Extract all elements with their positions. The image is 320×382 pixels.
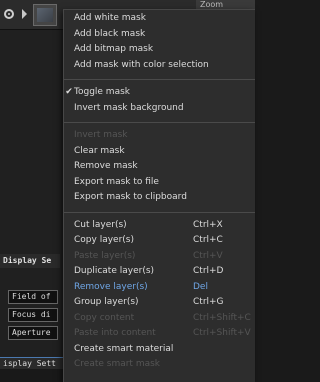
menu-item-add-white-mask[interactable]: Add white mask <box>64 11 255 27</box>
menu-item-add-bitmap-mask[interactable]: Add bitmap mask <box>64 42 255 58</box>
menu-item-label: Cut layer(s) <box>74 219 127 230</box>
aperture-field[interactable]: Aperture <box>8 326 58 340</box>
display-settings-panel-title: Display Se <box>0 254 60 268</box>
menu-item-label: Copy content <box>74 312 135 323</box>
menu-item-export-mask-to-clipboard[interactable]: Export mask to clipboard <box>64 190 255 206</box>
menu-item-group-layer-s[interactable]: Group layer(s) Ctrl+G <box>64 295 255 311</box>
layer-thumbnail[interactable] <box>33 4 57 26</box>
menu-item-clear-mask[interactable]: Clear mask <box>64 144 255 160</box>
menu-separator <box>64 211 255 213</box>
menu-item-label: Group layer(s) <box>74 297 139 307</box>
menu-item-label: Create smart mask <box>74 359 161 369</box>
menu-item-label: Export mask to clipboard <box>74 192 187 202</box>
menu-item-label: Remove layer(s) <box>74 281 148 292</box>
menu-item-remove-mask[interactable]: Remove mask <box>64 159 255 175</box>
menu-item-invert-mask: Invert mask <box>64 128 255 144</box>
expand-arrow-icon[interactable] <box>22 9 27 19</box>
menu-item-label: Export mask to file <box>74 176 159 187</box>
menu-item-label: Duplicate layer(s) <box>74 266 155 276</box>
checkmark-icon: ✔ <box>65 87 73 97</box>
field-of-view-field[interactable]: Field of <box>8 290 58 304</box>
menu-item-label: Remove mask <box>74 161 138 171</box>
menu-item-shortcut: Del <box>193 281 208 292</box>
menu-item-label: Copy layer(s) <box>74 235 134 245</box>
menu-item-cut-layer-s[interactable]: Cut layer(s) Ctrl+X <box>64 218 255 234</box>
menu-item-shortcut: Ctrl+C <box>193 235 223 245</box>
menu-item-copy-layer-s[interactable]: Copy layer(s) Ctrl+C <box>64 233 255 249</box>
menu-separator <box>64 79 255 80</box>
menu-item-shortcut: Ctrl+D <box>193 266 224 276</box>
menu-item-export-mask-to-file[interactable]: Export mask to file <box>64 175 255 191</box>
menu-item-label: Paste layer(s) <box>74 250 136 261</box>
menu-item-create-smart-mask: Create smart mask <box>64 357 255 373</box>
menu-item-paste-layer-s: Paste layer(s) Ctrl+V <box>64 249 255 265</box>
menu-item-add-black-mask[interactable]: Add black mask <box>64 27 255 43</box>
menu-item-label: Invert mask <box>74 130 128 140</box>
menu-item-add-mask-with-color-selection[interactable]: Add mask with color selection <box>64 58 255 74</box>
visibility-eye-icon[interactable] <box>4 9 14 19</box>
menu-item-label: Clear mask <box>74 145 125 156</box>
menu-item-shortcut: Ctrl+G <box>193 297 224 307</box>
menu-item-label: Add white mask <box>74 13 146 23</box>
menu-item-shortcut: Ctrl+Shift+V <box>193 328 251 338</box>
menu-item-label: Paste into content <box>74 328 156 338</box>
menu-item-copy-content: Copy content Ctrl+Shift+C <box>64 311 255 327</box>
layer-context-menu: Add white mask Add black mask Add bitmap m… <box>63 9 255 382</box>
menu-item-invert-mask-background[interactable]: Invert mask background <box>64 101 255 117</box>
menu-separator <box>64 122 255 123</box>
menu-item-label: Add bitmap mask <box>74 44 154 54</box>
menu-item-label: Toggle mask <box>74 87 130 97</box>
menu-item-toggle-mask[interactable]: ✔ Toggle mask <box>64 85 255 101</box>
menu-item-shortcut: Ctrl+V <box>193 250 223 261</box>
menu-item-duplicate-layer-s[interactable]: Duplicate layer(s) Ctrl+D <box>64 264 255 280</box>
menu-item-shortcut: Ctrl+Shift+C <box>193 312 251 323</box>
menu-item-label: Add black mask <box>74 28 146 39</box>
menu-item-label: Add mask with color selection <box>74 59 209 70</box>
menu-item-label: Create smart material <box>74 343 174 354</box>
menu-item-create-smart-material[interactable]: Create smart material <box>64 342 255 358</box>
menu-item-remove-layer-s[interactable]: Remove layer(s) Del <box>64 280 255 296</box>
menu-item-shortcut: Ctrl+X <box>193 219 223 230</box>
menu-item-label: Invert mask background <box>74 102 184 113</box>
focus-distance-field[interactable]: Focus di <box>8 308 58 322</box>
menu-item-paste-into-content: Paste into content Ctrl+Shift+V <box>64 326 255 342</box>
